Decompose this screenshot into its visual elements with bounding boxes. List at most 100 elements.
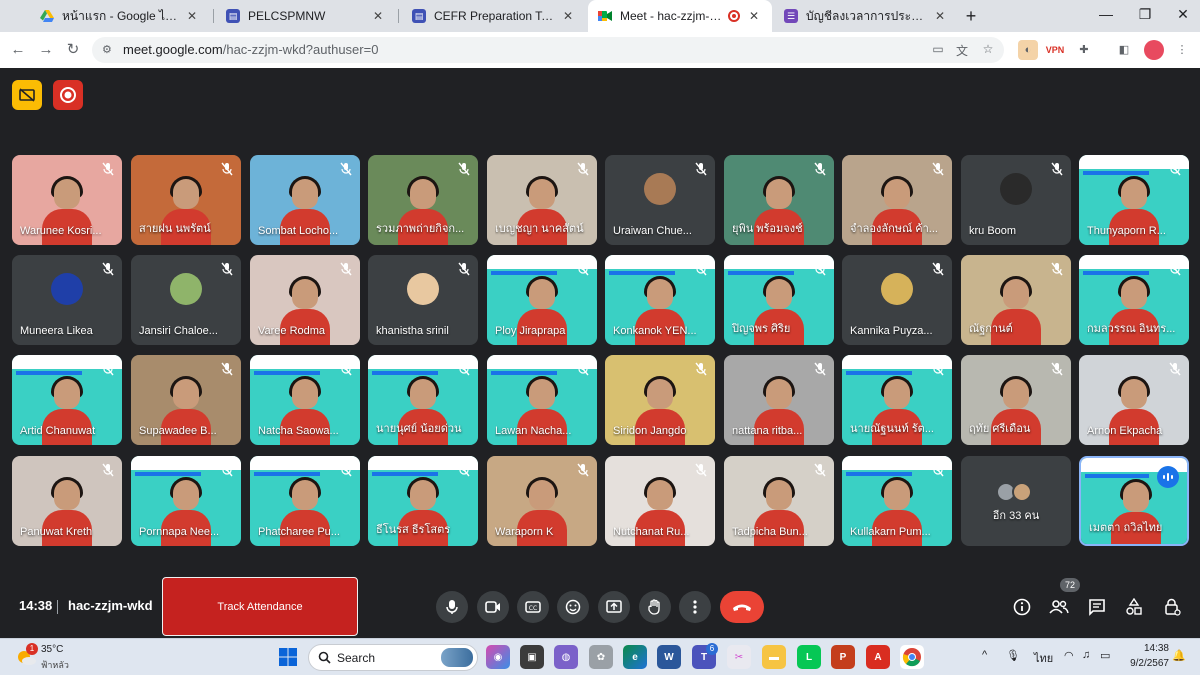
close-window-icon[interactable]: ✕ (1171, 6, 1195, 23)
app-bug-icon[interactable]: ✿ (589, 645, 613, 669)
participant-tile[interactable]: Uraiwan Chue... (605, 155, 715, 245)
powerpoint-icon[interactable]: P (831, 645, 855, 669)
chrome-icon[interactable] (900, 645, 924, 669)
participant-tile[interactable]: นายนุศย์ น้อยด่วน (368, 355, 478, 445)
participant-tile[interactable]: kru Boom (961, 155, 1071, 245)
participant-tile[interactable]: ธีโนรส ธีรโสตร (368, 456, 478, 546)
extension-owl-icon[interactable]: ◐ (1018, 40, 1038, 60)
participant-tile[interactable]: Konkanok YEN... (605, 255, 715, 345)
translate-icon[interactable]: 文 (954, 42, 970, 58)
participant-tile[interactable]: รวมภาพถ่ายกิจก... (368, 155, 478, 245)
participant-tile[interactable]: Varee Rodma (250, 255, 360, 345)
line-app-icon[interactable]: L (797, 645, 821, 669)
close-icon[interactable]: ✕ (370, 9, 386, 23)
battery-icon[interactable]: ▭ (1100, 649, 1110, 662)
task-view-icon[interactable]: ▣ (520, 645, 544, 669)
notifications-bell-icon[interactable]: 🔔 (1172, 649, 1186, 662)
side-panel-icon[interactable]: ◧ (1114, 40, 1134, 60)
participant-tile[interactable]: ปิญจพร ศิริย (724, 255, 834, 345)
show-hidden-icons-icon[interactable]: ^ (982, 649, 987, 661)
new-tab-icon[interactable]: + (960, 6, 982, 27)
reload-icon[interactable]: ↻ (63, 40, 83, 60)
windows-start-icon[interactable] (278, 647, 298, 667)
participant-tile[interactable]: khanistha srinil (368, 255, 478, 345)
participant-tile[interactable]: Tadpicha Bun... (724, 456, 834, 546)
participant-tile[interactable]: เบญชญา นาคสัตน์ (487, 155, 597, 245)
address-bar[interactable]: ⚙ meet.google.com/hac-zzjm-wkd?authuser=… (92, 37, 1004, 63)
tab-cefr-preparation[interactable]: ▤ CEFR Preparation Test ✕ (402, 0, 586, 32)
bookmark-star-icon[interactable]: ☆ (980, 42, 996, 58)
participant-tile[interactable]: Pornnapa Nee... (131, 456, 241, 546)
microphone-button[interactable] (436, 591, 468, 623)
host-controls-icon[interactable] (1162, 597, 1182, 617)
participant-tile[interactable]: Artid Chanuwat (12, 355, 122, 445)
minimize-icon[interactable]: — (1094, 6, 1118, 22)
word-icon[interactable]: W (657, 645, 681, 669)
participant-tile[interactable]: Natcha Saowa... (250, 355, 360, 445)
captions-button[interactable]: CC (517, 591, 549, 623)
participant-tile[interactable]: กมลวรรณ อินทร... (1079, 255, 1189, 345)
participant-tile[interactable]: Phatcharee Pu... (250, 456, 360, 546)
participant-tile[interactable]: Nutchanat Ru... (605, 456, 715, 546)
participant-tile[interactable]: Thunyaporn R... (1079, 155, 1189, 245)
meeting-info-icon[interactable] (1012, 597, 1032, 617)
tab-attendance-form[interactable]: ☰ บัญชีลงเวลาการประชุมสอบ CEFR ปี ✕ (774, 0, 958, 32)
close-icon[interactable]: ✕ (746, 9, 762, 23)
close-icon[interactable]: ✕ (932, 9, 948, 23)
tab-meet[interactable]: Meet - hac-zzjm-wkd ✕ (588, 0, 772, 32)
participant-tile[interactable]: Panuwat Kreth (12, 456, 122, 546)
participant-tile[interactable]: Warunee Kosri... (12, 155, 122, 245)
participant-tile[interactable]: Siridon Jangdo (605, 355, 715, 445)
participant-tile[interactable]: Kullakarn Pum... (842, 456, 952, 546)
acrobat-icon[interactable]: A (866, 645, 890, 669)
raise-hand-button[interactable] (639, 591, 671, 623)
forward-arrow-icon[interactable]: → (36, 40, 56, 60)
microphone-tray-icon[interactable]: 🎙 (1006, 649, 1020, 662)
track-attendance-button[interactable]: Track Attendance (162, 577, 358, 636)
restore-icon[interactable]: ❐ (1133, 6, 1157, 23)
teams-chat-icon[interactable]: ◍ (554, 645, 578, 669)
camera-button[interactable] (477, 591, 509, 623)
participant-tile[interactable]: อีก 33 คน (961, 456, 1071, 546)
participant-tile[interactable]: ยุพิน พร้อมจงช์ (724, 155, 834, 245)
close-icon[interactable]: ✕ (184, 9, 200, 23)
more-options-button[interactable] (679, 591, 711, 623)
snipping-tool-icon[interactable]: ✂ (727, 645, 751, 669)
close-icon[interactable]: ✕ (560, 9, 576, 23)
participant-tile[interactable]: Lawan Nacha... (487, 355, 597, 445)
participant-tile[interactable]: สายฝน นพรัตน์ (131, 155, 241, 245)
participant-tile[interactable]: Supawadee B... (131, 355, 241, 445)
extension-vpn-icon[interactable]: VPN (1045, 40, 1065, 60)
participant-tile[interactable]: เมตตา ถวิลไทย (1079, 456, 1189, 546)
participant-tile[interactable]: นายณัฐนนท์ รัต... (842, 355, 952, 445)
present-screen-button[interactable] (598, 591, 630, 623)
volume-icon[interactable]: ♫ (1082, 649, 1090, 661)
chat-icon[interactable] (1087, 597, 1107, 617)
wifi-icon[interactable]: ◠ (1064, 649, 1074, 662)
emoji-reaction-button[interactable] (557, 591, 589, 623)
participant-tile[interactable]: Sombat Locho... (250, 155, 360, 245)
taskbar-search[interactable]: Search (308, 644, 478, 671)
participant-tile[interactable]: Kannika Puyza... (842, 255, 952, 345)
profile-avatar[interactable] (1144, 40, 1164, 60)
tab-google-drive[interactable]: หน้าแรก - Google ไดรฟ์ ✕ (30, 0, 210, 32)
participant-tile[interactable]: Jansiri Chaloe... (131, 255, 241, 345)
participant-tile[interactable]: Muneera Likea (12, 255, 122, 345)
browser-menu-icon[interactable]: ⋮ (1172, 40, 1192, 60)
participant-tile[interactable]: จำลองลักษณ์ ค้า... (842, 155, 952, 245)
camera-in-use-icon[interactable]: ▭ (930, 42, 946, 58)
activities-icon[interactable] (1124, 597, 1144, 617)
participant-tile[interactable]: ณัฐกานต์ (961, 255, 1071, 345)
edge-icon[interactable]: e (623, 645, 647, 669)
participant-tile[interactable]: Arnon Ekpacha (1079, 355, 1189, 445)
people-icon[interactable] (1049, 597, 1069, 617)
participant-tile[interactable]: nattana ritba... (724, 355, 834, 445)
captions-off-icon[interactable] (12, 80, 42, 110)
tab-pelcspmnw[interactable]: ▤ PELCSPMNW ✕ (216, 0, 396, 32)
leave-call-button[interactable] (720, 591, 764, 623)
input-language[interactable]: ไทย (1034, 649, 1053, 667)
participant-tile[interactable]: ฤทัย ศรีเดือน (961, 355, 1071, 445)
participant-tile[interactable]: Waraporn K (487, 456, 597, 546)
copilot-icon[interactable]: ◉ (486, 645, 510, 669)
file-explorer-icon[interactable]: ▬ (762, 645, 786, 669)
